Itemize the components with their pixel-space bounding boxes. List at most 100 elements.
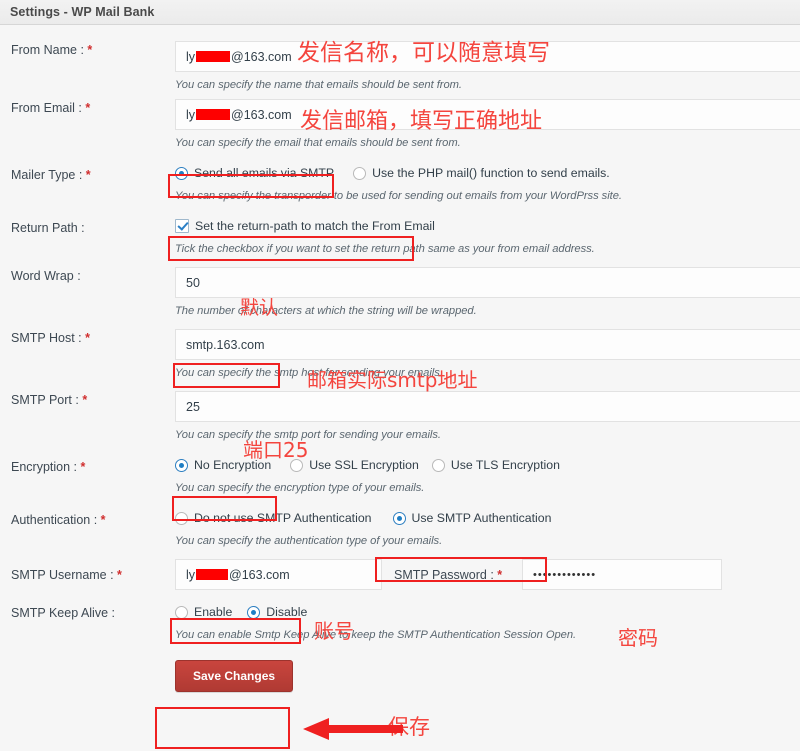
input-smtp-username-prefix: ly bbox=[186, 567, 196, 582]
required-marker: * bbox=[97, 513, 106, 527]
label-mailer-type-text: Mailer Type : bbox=[11, 168, 83, 182]
form-row-keep-alive: SMTP Keep Alive : Enable Disable You can… bbox=[0, 590, 800, 649]
radio-option-use-auth[interactable]: Use SMTP Authentication bbox=[392, 511, 552, 525]
field-encryption: No Encryption Use SSL Encryption Use TLS… bbox=[175, 455, 800, 502]
label-smtp-host-text: SMTP Host : bbox=[11, 331, 82, 345]
redaction-block bbox=[196, 109, 231, 120]
annotation-username: 账号 bbox=[314, 619, 354, 643]
radio-option-smtp[interactable]: Send all emails via SMTP bbox=[175, 166, 334, 180]
radio-icon-unchecked[interactable] bbox=[175, 605, 188, 619]
label-authentication-text: Authentication : bbox=[11, 513, 98, 527]
input-smtp-host[interactable]: smtp.163.com bbox=[175, 329, 800, 360]
required-marker: * bbox=[83, 43, 93, 57]
radio-option-no-auth[interactable]: Do not use SMTP Authentication bbox=[175, 511, 372, 525]
required-marker: * bbox=[78, 393, 88, 407]
input-smtp-username-suffix: @163.com bbox=[229, 567, 290, 582]
radio-icon-checked[interactable] bbox=[175, 166, 188, 180]
annotation-password: 密码 bbox=[618, 626, 658, 650]
radio-icon-checked[interactable] bbox=[247, 605, 261, 619]
annotation-smtp-port: 端口25 bbox=[243, 438, 309, 462]
radio-group-keep-alive: Enable Disable bbox=[175, 602, 800, 619]
label-authentication: Authentication : * bbox=[0, 508, 175, 528]
radio-option-tls[interactable]: Use TLS Encryption bbox=[431, 458, 560, 472]
checkbox-icon-checked[interactable] bbox=[175, 219, 189, 233]
form-row-credentials: SMTP Username : * ly @163.com SMTP Passwo… bbox=[0, 555, 800, 590]
field-return-path: Set the return-path to match the From Em… bbox=[175, 216, 800, 263]
radio-option-ssl[interactable]: Use SSL Encryption bbox=[290, 458, 419, 472]
checkbox-option-return-path[interactable]: Set the return-path to match the From Em… bbox=[175, 219, 435, 233]
help-from-email: You can specify the email that emails sh… bbox=[175, 137, 461, 149]
label-from-name-text: From Name : bbox=[11, 43, 84, 57]
radio-option-ssl-label: Use SSL Encryption bbox=[309, 458, 419, 472]
radio-option-enable-label: Enable bbox=[194, 605, 233, 619]
window-title: Settings - WP Mail Bank bbox=[10, 5, 155, 19]
radio-group-authentication: Do not use SMTP Authentication Use SMTP … bbox=[175, 508, 800, 525]
input-smtp-password[interactable]: ••••••••••••• bbox=[522, 559, 722, 590]
radio-option-smtp-label: Send all emails via SMTP bbox=[194, 166, 335, 180]
label-word-wrap-text: Word Wrap : bbox=[11, 269, 81, 283]
form-row-authentication: Authentication : * Do not use SMTP Authe… bbox=[0, 502, 800, 555]
input-smtp-port[interactable]: 25 bbox=[175, 391, 800, 422]
field-credentials: ly @163.com SMTP Password : * •••••••••••… bbox=[175, 559, 800, 590]
radio-icon-unchecked[interactable] bbox=[175, 511, 188, 525]
radio-icon-checked[interactable] bbox=[175, 458, 188, 472]
help-from-name: You can specify the name that emails sho… bbox=[175, 79, 462, 91]
radio-group-mailer-type: Send all emails via SMTP Use the PHP mai… bbox=[175, 163, 800, 180]
form-row-smtp-port: SMTP Port : * 25 You can specify the smt… bbox=[0, 387, 800, 449]
required-marker: * bbox=[493, 568, 503, 582]
label-smtp-password-text: SMTP Password : bbox=[394, 568, 494, 582]
field-authentication: Do not use SMTP Authentication Use SMTP … bbox=[175, 508, 800, 555]
form-row-encryption: Encryption : * No Encryption Use SSL Enc… bbox=[0, 449, 800, 502]
required-marker: * bbox=[113, 568, 122, 582]
radio-option-enable[interactable]: Enable bbox=[175, 605, 232, 619]
radio-option-disable[interactable]: Disable bbox=[247, 605, 307, 619]
form-row-mailer-type: Mailer Type : * Send all emails via SMTP… bbox=[0, 157, 800, 210]
highlight-box-save-button bbox=[155, 707, 290, 749]
save-row: Save Changes bbox=[0, 649, 800, 692]
label-from-email-text: From Email : bbox=[11, 101, 82, 115]
label-mailer-type: Mailer Type : * bbox=[0, 163, 175, 183]
radio-option-tls-label: Use TLS Encryption bbox=[450, 458, 560, 472]
field-keep-alive: Enable Disable You can enable Smtp Keep … bbox=[175, 602, 800, 649]
radio-icon-checked[interactable] bbox=[392, 511, 406, 525]
redaction-block bbox=[196, 569, 229, 580]
annotation-from-email: 发信邮箱，填写正确地址 bbox=[300, 109, 543, 134]
label-return-path: Return Path : bbox=[0, 216, 175, 236]
red-arrow-icon bbox=[303, 718, 403, 740]
radio-icon-unchecked[interactable] bbox=[431, 458, 445, 472]
label-smtp-username: SMTP Username : * bbox=[0, 559, 175, 583]
label-keep-alive-text: SMTP Keep Alive : bbox=[11, 606, 115, 620]
annotation-from-name: 发信名称，可以随意填写 bbox=[297, 40, 550, 66]
help-encryption: You can specify the encryption type of y… bbox=[175, 482, 425, 494]
label-from-name: From Name : * bbox=[0, 41, 175, 58]
label-smtp-password: SMTP Password : * bbox=[382, 559, 522, 583]
label-encryption-text: Encryption : bbox=[11, 460, 78, 474]
checkbox-group-return-path: Set the return-path to match the From Em… bbox=[175, 216, 800, 233]
save-changes-button[interactable]: Save Changes bbox=[175, 660, 294, 692]
form-row-return-path: Return Path : Set the return-path to mat… bbox=[0, 210, 800, 263]
label-keep-alive: SMTP Keep Alive : bbox=[0, 602, 175, 621]
input-word-wrap[interactable]: 50 bbox=[175, 267, 800, 298]
input-from-email-prefix: ly bbox=[186, 107, 196, 122]
input-word-wrap-value: 50 bbox=[186, 275, 200, 290]
window-titlebar: Settings - WP Mail Bank bbox=[0, 0, 800, 25]
required-marker: * bbox=[82, 168, 91, 182]
label-smtp-username-text: SMTP Username : bbox=[11, 568, 114, 582]
input-smtp-password-value: ••••••••••••• bbox=[533, 568, 597, 581]
field-smtp-host: smtp.163.com You can specify the smtp ho… bbox=[175, 329, 800, 387]
help-smtp-host: You can specify the smtp host for sendin… bbox=[175, 367, 443, 379]
label-smtp-host: SMTP Host : * bbox=[0, 329, 175, 346]
redaction-block bbox=[196, 51, 231, 62]
radio-option-php-mail[interactable]: Use the PHP mail() function to send emai… bbox=[353, 166, 610, 180]
input-smtp-port-value: 25 bbox=[186, 399, 200, 414]
radio-option-use-auth-label: Use SMTP Authentication bbox=[411, 511, 552, 525]
radio-option-no-auth-label: Do not use SMTP Authentication bbox=[194, 511, 372, 525]
radio-option-disable-label: Disable bbox=[266, 605, 308, 619]
input-smtp-username[interactable]: ly @163.com bbox=[175, 559, 382, 590]
help-keep-alive: You can enable Smtp Keep Alive to keep t… bbox=[175, 629, 577, 641]
field-mailer-type: Send all emails via SMTP Use the PHP mai… bbox=[175, 163, 800, 210]
radio-icon-unchecked[interactable] bbox=[353, 166, 367, 180]
annotation-smtp-host: 邮箱实际smtp地址 bbox=[307, 368, 478, 392]
input-from-name-prefix: ly bbox=[186, 49, 196, 64]
input-from-email-suffix: @163.com bbox=[231, 107, 292, 122]
